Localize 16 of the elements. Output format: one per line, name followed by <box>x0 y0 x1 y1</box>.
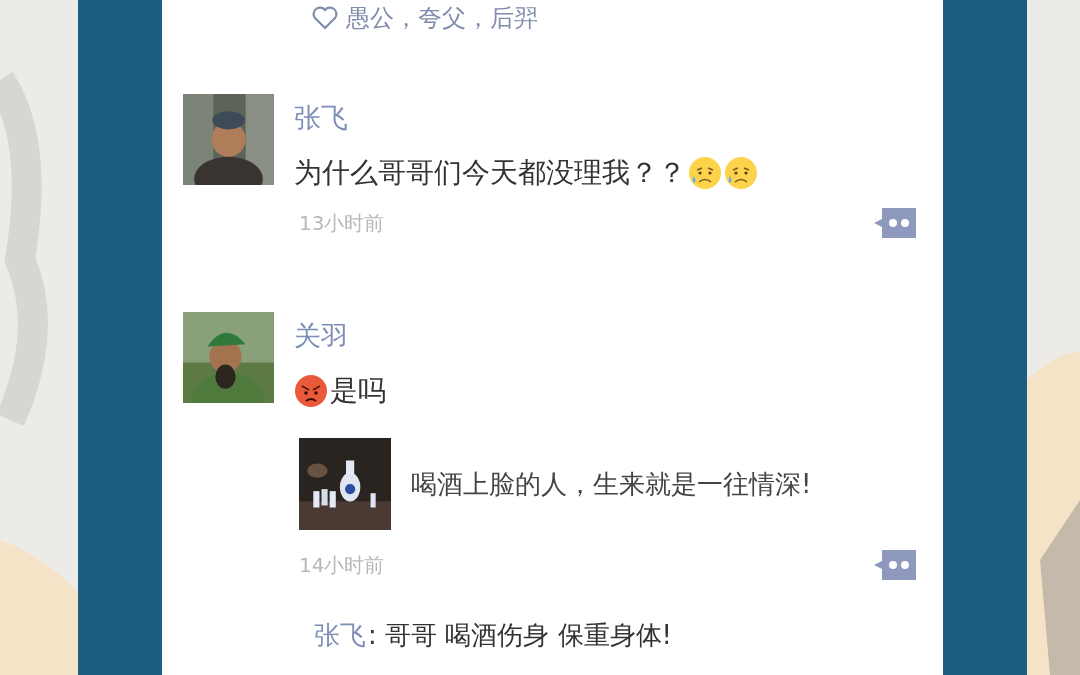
sad-face-icon <box>724 156 758 190</box>
link-title[interactable]: 喝酒上脸的人，生来就是一往情深! <box>411 466 812 502</box>
angry-face-icon <box>294 374 328 408</box>
post-time: 14小时前 <box>299 551 385 579</box>
comment-icon[interactable] <box>874 550 916 580</box>
post-time: 13小时前 <box>299 209 385 237</box>
author-name[interactable]: 关羽 <box>294 318 916 354</box>
heart-icon <box>312 6 338 30</box>
likes-names: 愚公，夸父，后羿 <box>346 3 538 34</box>
comment-author[interactable]: 张飞 <box>314 618 366 653</box>
author-name[interactable]: 张飞 <box>294 100 916 136</box>
post-text: 是吗 <box>330 373 386 409</box>
post-text: 为什么哥哥们今天都没理我？？ <box>294 155 686 191</box>
sad-face-icon <box>688 156 722 190</box>
comment-icon[interactable] <box>874 208 916 238</box>
comment-text: : 哥哥 喝酒伤身 保重身体! <box>368 619 672 652</box>
